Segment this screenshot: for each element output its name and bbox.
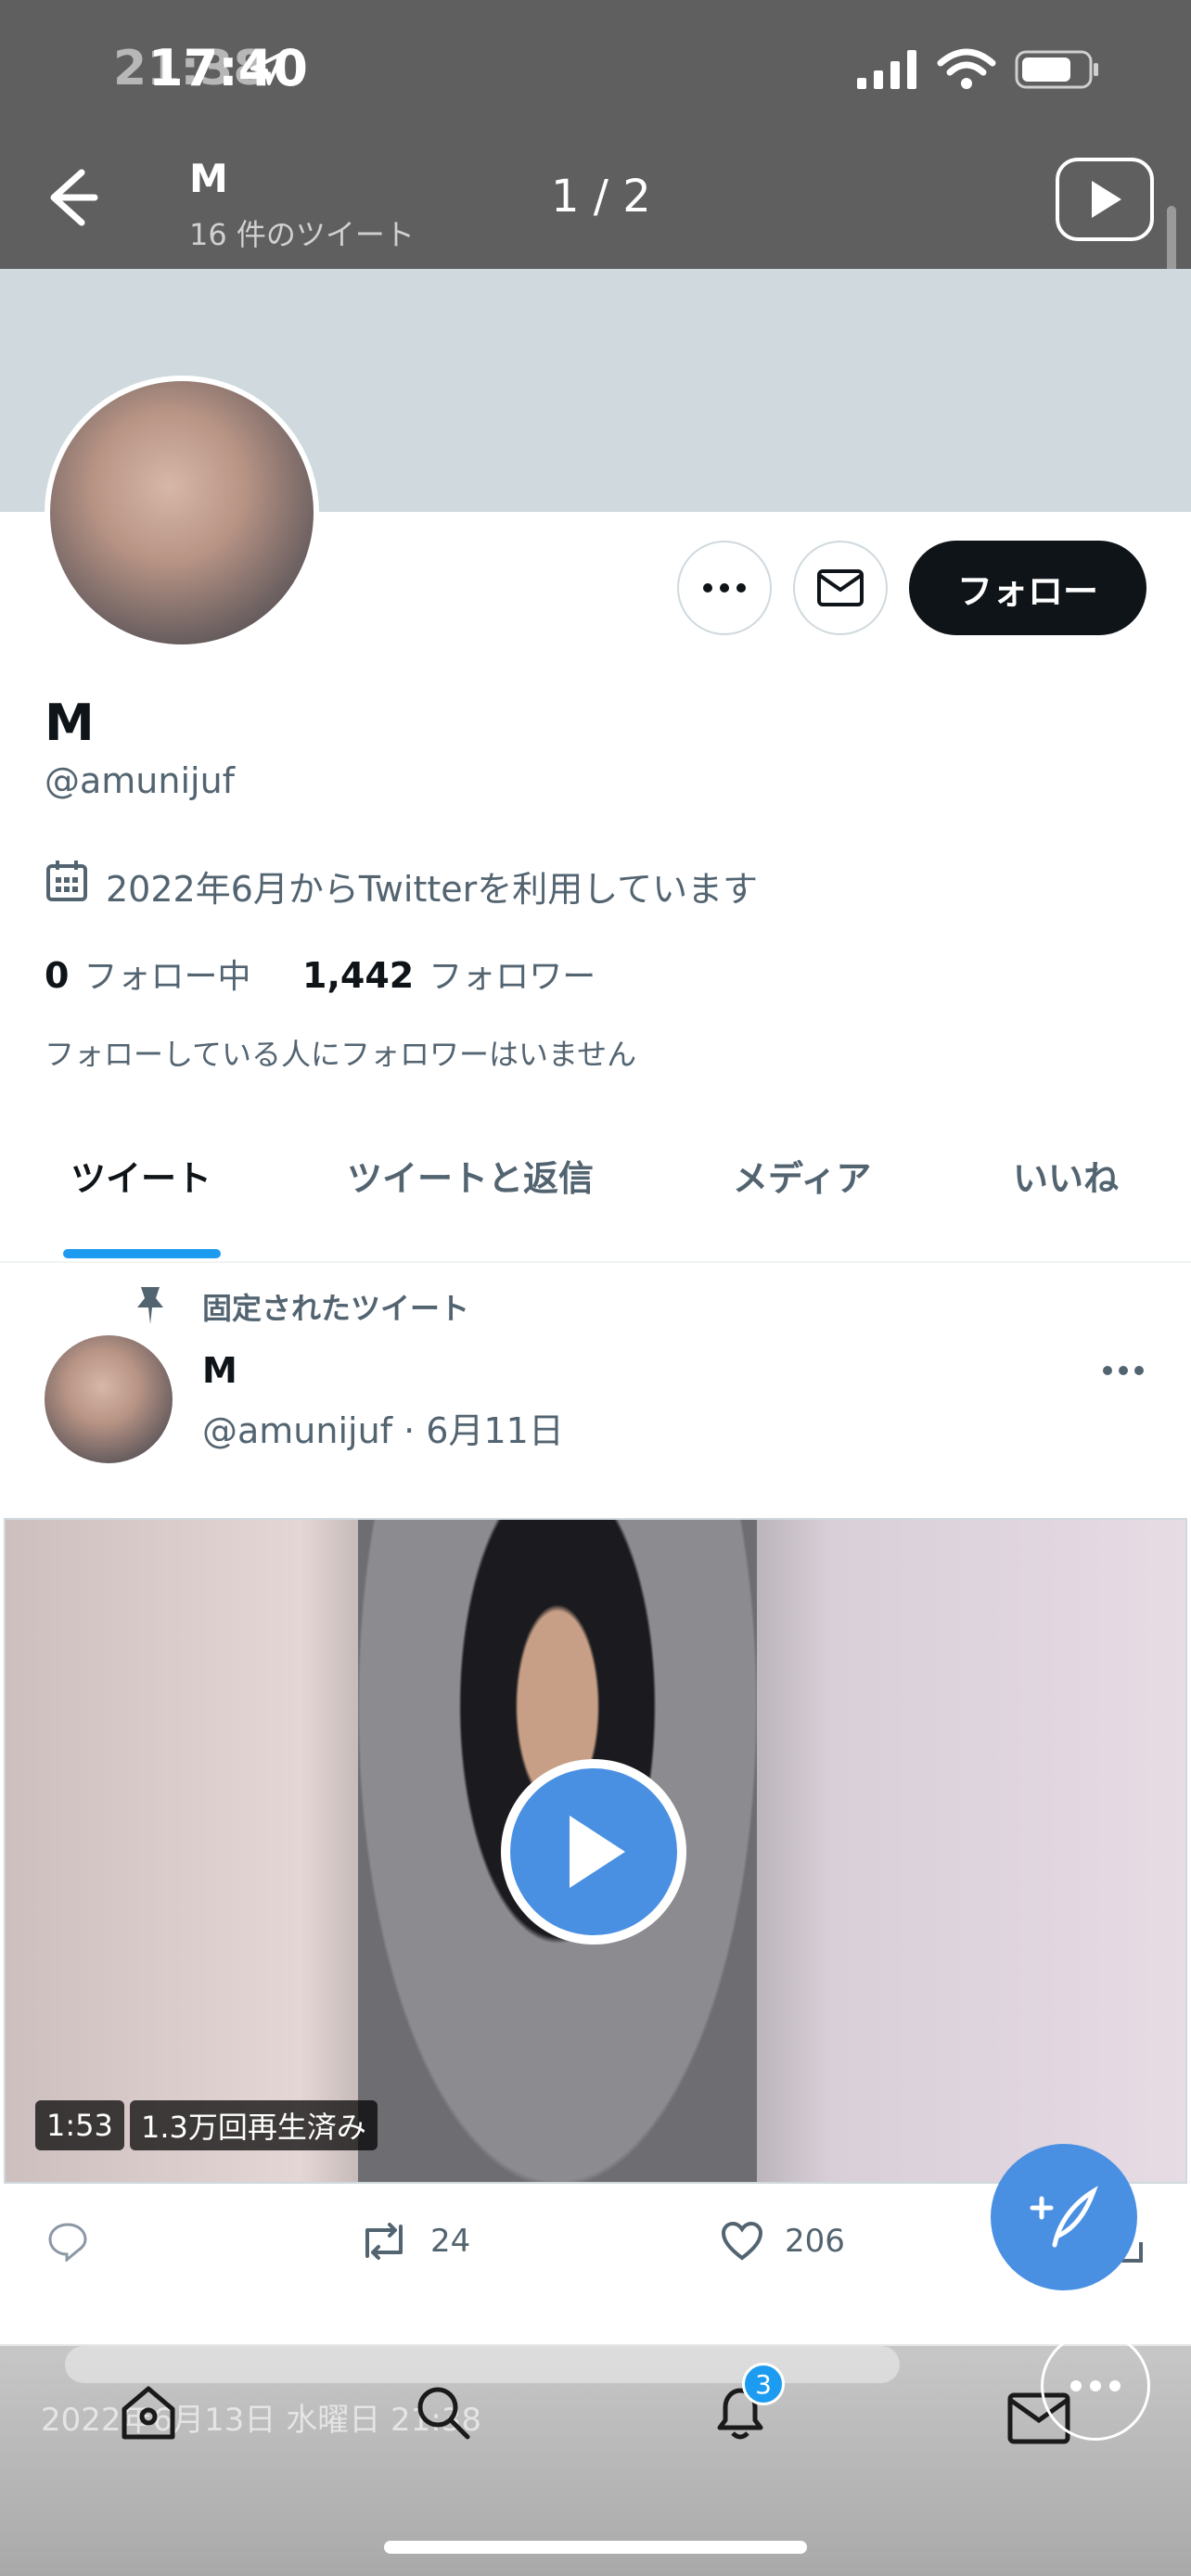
more-icon bbox=[1070, 2380, 1121, 2391]
video-views: 1.3万回再生済み bbox=[130, 2100, 378, 2150]
followers-label: フォロワー bbox=[429, 958, 596, 996]
following-stat[interactable]: 0 フォロー中 bbox=[45, 950, 250, 998]
like-count: 206 bbox=[785, 2223, 845, 2260]
home-icon[interactable] bbox=[119, 2383, 178, 2442]
tab-indicator bbox=[63, 1249, 221, 1258]
more-options-button[interactable] bbox=[677, 541, 772, 635]
tabs-divider bbox=[0, 1261, 1191, 1263]
followers-stat[interactable]: 1,442 フォロワー bbox=[302, 950, 596, 998]
tab-likes[interactable]: いいね bbox=[1013, 1150, 1119, 1201]
play-square-icon[interactable] bbox=[1056, 158, 1154, 241]
viewer-counter: 1 / 2 bbox=[551, 171, 651, 223]
profile-avatar[interactable] bbox=[45, 376, 319, 650]
profile-handle: @amunijuf bbox=[45, 760, 236, 801]
following-label: フォロー中 bbox=[83, 958, 251, 996]
retweet-action[interactable]: 24 bbox=[358, 2221, 470, 2262]
tweet-author[interactable]: M bbox=[202, 1350, 237, 1391]
profile-name: M bbox=[45, 694, 95, 752]
followers-count: 1,442 bbox=[302, 955, 415, 996]
location-arrow-icon bbox=[250, 52, 284, 85]
search-icon[interactable] bbox=[414, 2383, 473, 2442]
overlay-more-button[interactable] bbox=[1041, 2331, 1150, 2441]
tweet-more-icon[interactable] bbox=[1102, 1365, 1145, 1376]
pin-icon bbox=[137, 1287, 163, 1324]
tweet-meta: @amunijuf · 6月11日 bbox=[202, 1410, 564, 1451]
play-icon bbox=[570, 1816, 625, 1888]
wifi-icon bbox=[937, 48, 996, 89]
pinned-label: 固定されたツイート bbox=[202, 1291, 470, 1326]
compose-icon bbox=[1030, 2186, 1098, 2248]
notifications-badge: 3 bbox=[742, 2363, 785, 2405]
compose-button[interactable] bbox=[991, 2144, 1137, 2290]
reply-action[interactable] bbox=[46, 2221, 89, 2262]
signal-icon bbox=[857, 50, 916, 89]
back-icon[interactable] bbox=[45, 167, 100, 228]
tab-tweets[interactable]: ツイート bbox=[70, 1150, 211, 1201]
calendar-icon bbox=[46, 861, 87, 901]
message-button[interactable] bbox=[793, 541, 888, 635]
follow-button[interactable]: フォロー bbox=[909, 541, 1146, 635]
viewer-title: M bbox=[189, 156, 228, 201]
viewer-subtitle: 16 件のツイート bbox=[189, 217, 415, 252]
following-count: 0 bbox=[45, 955, 70, 996]
status-bar: 21:38 17:40 bbox=[0, 0, 1191, 132]
tab-tweets-replies[interactable]: ツイートと返信 bbox=[347, 1150, 594, 1201]
mail-icon bbox=[817, 569, 864, 606]
retweet-icon bbox=[365, 2223, 403, 2260]
video-duration: 1:53 bbox=[35, 2100, 124, 2150]
like-action[interactable]: 206 bbox=[720, 2221, 845, 2262]
joined-date: 2022年6月からTwitterを利用しています bbox=[106, 869, 759, 910]
more-icon bbox=[703, 583, 746, 593]
tab-media[interactable]: メディア bbox=[733, 1150, 871, 1201]
mutual-followers-note: フォローしている人にフォロワーはいません bbox=[45, 1037, 637, 1072]
play-button[interactable] bbox=[501, 1759, 686, 1945]
like-icon bbox=[721, 2221, 763, 2261]
reply-icon bbox=[48, 2223, 87, 2262]
tweet-avatar[interactable] bbox=[45, 1335, 173, 1463]
retweet-count: 24 bbox=[430, 2223, 471, 2260]
home-indicator[interactable] bbox=[384, 2541, 807, 2554]
viewer-header: M 16 件のツイート 1 / 2 bbox=[0, 132, 1191, 391]
battery-icon bbox=[1015, 50, 1098, 89]
